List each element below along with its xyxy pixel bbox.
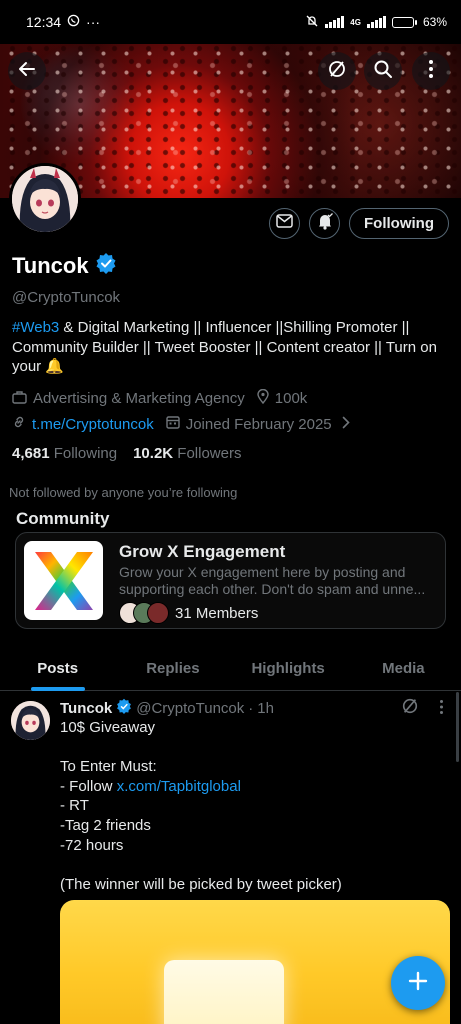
signal-icon [325,16,345,28]
community-name: Grow X Engagement [119,542,286,561]
followers-count-link[interactable]: 10.2K Followers [133,445,241,462]
profile-name: Tuncok [12,253,89,278]
following-count-link[interactable]: 4,681 Following [12,445,117,462]
bio-hashtag[interactable]: #Web3 [12,319,59,336]
post-line4: - RT [60,797,89,815]
community-member-count: 31 Members [175,604,259,622]
back-arrow-icon [17,59,37,84]
followers-count: 10.2K [133,445,174,462]
profile-handle: @CryptoTuncok [12,289,121,306]
verified-badge-icon [116,698,132,718]
member-avatars [119,602,169,624]
tab-replies[interactable]: Replies [115,648,230,690]
tab-posts[interactable]: Posts [0,648,115,690]
community-logo [24,541,103,620]
post-line6: -72 hours [60,836,124,854]
bio-text: & Digital Marketing || Influencer ||Shil… [12,319,437,375]
battery-percent: 63% [422,15,447,29]
chevron-right-icon[interactable] [342,416,350,433]
whatsapp-icon [67,14,80,30]
profile-avatar[interactable] [9,163,81,235]
profile-location: 100k [274,390,308,407]
post-separator: · [248,699,254,717]
profile-actions: Following [269,208,449,239]
network-type: 4G [350,17,361,27]
post-text: 10$ Giveaway To Enter Must: - Follow x.c… [60,718,450,894]
tab-highlights[interactable]: Highlights [231,648,346,690]
verified-badge-icon [95,252,117,280]
status-more: ··· [86,14,101,30]
post-image[interactable] [60,900,450,1024]
more-vertical-icon [428,59,434,84]
notifications-button[interactable] [309,208,341,239]
not-followed-note: Not followed by anyone you’re following [9,485,238,500]
post-line1: 10$ Giveaway [60,719,156,736]
post-time: 1h [257,699,274,717]
post-line5: -Tag 2 friends [60,816,151,834]
profile-website-link[interactable]: t.me/Cryptotuncok [32,416,154,433]
community-desc-line1: Grow your X engagement here by posting a… [119,564,406,580]
post-line2: To Enter Must: [60,758,157,776]
link-icon [12,415,26,433]
following-label: Following [53,445,118,462]
search-icon [373,59,393,84]
grok-button[interactable] [318,52,356,90]
profile-meta-row: Advertising & Marketing Agency 100k [12,388,308,408]
mail-icon [276,214,293,233]
message-button[interactable] [269,208,301,239]
post-author-avatar[interactable] [11,701,50,740]
post-more-icon[interactable] [439,699,444,720]
scrollbar[interactable] [456,692,459,762]
post-line7: (The winner will be picked by tweet pick… [60,875,342,893]
post-author-handle: @CryptoTuncok [136,699,245,717]
community-description: Grow your X engagement here by posting a… [119,564,437,598]
mute-icon [305,14,319,31]
followers-label: Followers [177,445,242,462]
post-header: Tuncok @CryptoTuncok · 1h [60,698,274,718]
post-line3-prefix: - Follow [60,777,117,795]
status-time: 12:34 [26,14,62,30]
profile-name-row: Tuncok [12,252,117,280]
plus-icon [407,970,429,997]
location-icon [257,388,269,408]
profile-joined-date: Joined February 2025 [185,415,332,433]
follow-counts: 4,681 Following 10.2K Followers [12,445,241,462]
calendar-icon [166,415,180,433]
following-button[interactable]: Following [349,208,449,239]
community-section-title: Community [16,509,110,528]
post-grok-icon[interactable] [401,697,419,720]
profile-meta-row-2: t.me/Cryptotuncok Joined February 2025 [12,415,350,433]
post-link[interactable]: x.com/Tapbitglobal [117,778,241,795]
tab-media[interactable]: Media [346,648,461,690]
profile-bio: #Web3 & Digital Marketing || Influencer … [12,318,452,377]
community-desc-line2: supporting each other. Don't do spam and… [119,581,426,597]
compose-post-button[interactable] [391,956,445,1010]
post-author-name[interactable]: Tuncok [60,700,112,717]
profile-category: Advertising & Marketing Agency [33,390,245,407]
back-button[interactable] [8,52,46,90]
more-options-button[interactable] [412,52,450,90]
briefcase-icon [12,390,27,408]
community-members: 31 Members [119,602,258,624]
battery-icon [391,16,417,28]
search-button[interactable] [364,52,402,90]
signal-icon-2 [366,16,386,28]
community-card[interactable]: Grow X Engagement Grow your X engagement… [15,532,446,629]
grok-icon [327,59,347,84]
status-bar: 12:34 ··· 4G 63% [0,0,461,44]
following-count: 4,681 [12,445,50,462]
bell-icon [316,212,334,235]
profile-tabs: Posts Replies Highlights Media [0,648,461,691]
